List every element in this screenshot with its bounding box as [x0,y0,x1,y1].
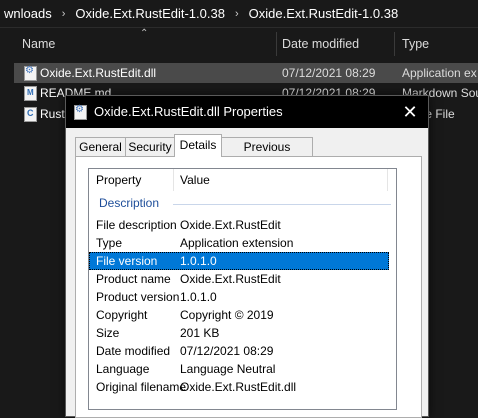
dll-file-icon [74,104,87,120]
list-item[interactable]: Product name Oxide.Ext.RustEdit [89,270,389,288]
chevron-right-icon: › [234,7,239,20]
breadcrumb-folder-1[interactable]: Oxide.Ext.RustEdit-1.0.38 [71,6,229,21]
list-item[interactable]: Product version 1.0.1.0 [89,288,389,306]
file-date: 07/12/2021 08:29 [282,66,376,80]
property-value: Oxide.Ext.RustEdit [180,218,281,232]
csharp-file-icon [24,107,37,122]
tab-previous-versions[interactable]: Previous Versions [221,137,313,172]
file-row[interactable]: Oxide.Ext.RustEdit.dll 07/12/2021 08:29 … [14,63,478,83]
close-icon[interactable]: ✕ [398,100,422,124]
list-item[interactable]: Original filename Oxide.Ext.RustEdit.dll [89,378,389,396]
property-value: Oxide.Ext.RustEdit [180,272,281,286]
list-item[interactable]: File description Oxide.Ext.RustEdit [89,216,389,234]
tab-general[interactable]: General [75,137,126,156]
property-value: 201 KB [180,326,220,340]
property-name: Language [96,362,150,376]
dialog-title-bar[interactable]: Oxide.Ext.RustEdit.dll Properties ✕ [66,96,428,128]
property-name: Original filename [96,380,187,394]
property-value: 1.0.1.0 [180,254,217,268]
property-value: 1.0.1.0 [180,290,217,304]
dialog-title: Oxide.Ext.RustEdit.dll Properties [94,104,283,119]
column-divider[interactable] [276,32,277,56]
property-name: Type [96,236,123,250]
column-header-name[interactable]: Name [22,30,55,58]
list-item[interactable]: Copyright Copyright © 2019 [89,306,389,324]
column-header-type[interactable]: Type [402,30,429,58]
column-header-date[interactable]: Date modified [282,30,359,58]
tab-security[interactable]: Security [125,137,175,156]
property-name: Product version [96,290,180,304]
details-panel: Property Value Description File descript… [75,156,422,418]
property-value: Language Neutral [180,362,276,376]
header-value[interactable]: Value [180,173,210,187]
property-name: Date modified [96,344,171,358]
sort-ascending-icon: ⌃ [140,28,149,39]
group-divider [173,204,391,205]
chevron-right-icon: › [61,7,66,20]
property-value: Copyright © 2019 [180,308,274,322]
details-list[interactable]: Property Value Description File descript… [88,168,397,410]
list-item[interactable]: Date modified 07/12/2021 08:29 [89,342,389,360]
list-item[interactable]: Language Language Neutral [89,360,389,378]
property-value: 07/12/2021 08:29 [180,344,274,358]
property-name: Copyright [96,308,148,322]
properties-dialog: Oxide.Ext.RustEdit.dll Properties ✕ Gene… [65,95,429,418]
column-divider[interactable] [387,169,388,191]
file-name: Oxide.Ext.RustEdit.dll [40,66,157,80]
property-name: File description [96,218,177,232]
column-headers: ⌃ Name Date modified Type [0,28,478,58]
property-name: File version [96,254,158,268]
property-name: Product name [96,272,171,286]
list-item[interactable]: Size 201 KB [89,324,389,342]
property-value: Application extension [180,236,294,250]
file-name: Rust [40,107,65,121]
list-item-selected[interactable]: File version 1.0.1.0 [89,252,389,270]
header-property[interactable]: Property [96,173,141,187]
column-divider[interactable] [394,32,395,56]
dll-file-icon [24,65,37,81]
list-header: Property Value [89,169,396,191]
breadcrumb-downloads[interactable]: wnloads [0,6,56,21]
markdown-file-icon [24,86,37,101]
breadcrumb-folder-2[interactable]: Oxide.Ext.RustEdit-1.0.38 [245,6,403,21]
property-value: Oxide.Ext.RustEdit.dll [180,380,297,394]
file-type: Application ex [402,66,477,80]
address-bar[interactable]: wnloads › Oxide.Ext.RustEdit-1.0.38 › Ox… [0,0,478,28]
tab-details[interactable]: Details [174,134,222,157]
group-description: Description [99,196,160,210]
column-divider[interactable] [173,169,174,191]
property-name: Size [96,326,120,340]
list-item[interactable]: Type Application extension [89,234,389,252]
